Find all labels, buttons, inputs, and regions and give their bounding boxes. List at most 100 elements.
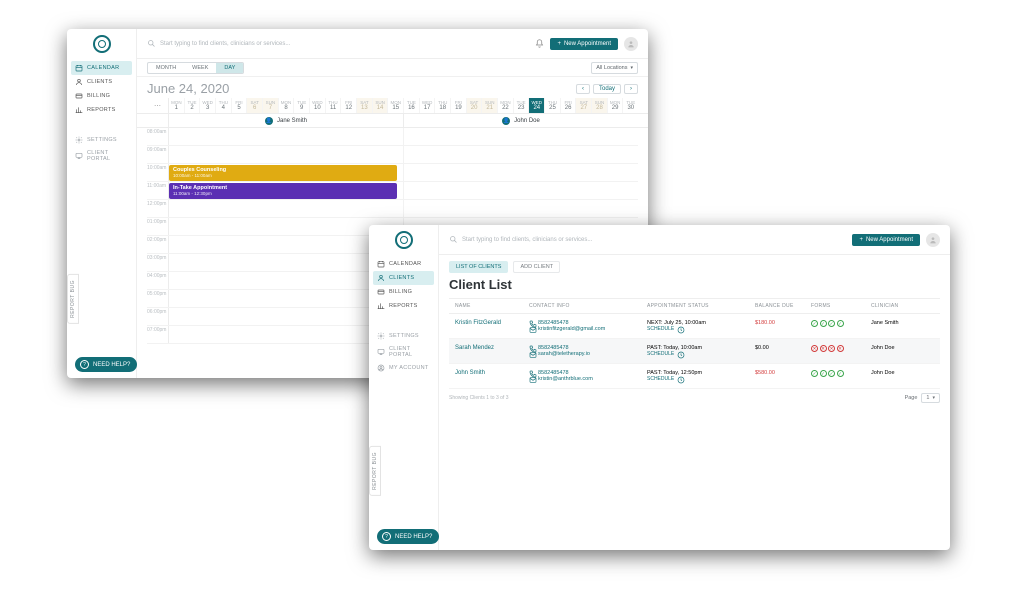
sidebar-item-calendar[interactable]: CALENDAR bbox=[373, 257, 434, 271]
view-segment[interactable]: MONTHWEEKDAY bbox=[147, 62, 244, 74]
search-input[interactable]: Start typing to find clients, clinicians… bbox=[147, 39, 529, 48]
need-help-button[interactable]: ? NEED HELP? bbox=[377, 529, 439, 544]
day-cell[interactable]: THU18 bbox=[435, 98, 451, 113]
client-name-link[interactable]: Sarah Mendez bbox=[455, 345, 494, 351]
email-link[interactable]: sarah@teletherapy.io bbox=[529, 351, 647, 357]
sidebar-item-label: CLIENTS bbox=[87, 79, 112, 85]
day-cell[interactable]: SAT20 bbox=[467, 98, 483, 113]
today-button[interactable]: Today bbox=[593, 84, 621, 94]
day-cell[interactable]: FRI12 bbox=[341, 98, 357, 113]
report-bug-tab[interactable]: REPORT BUG bbox=[369, 446, 381, 496]
day-cell[interactable]: FRI19 bbox=[451, 98, 467, 113]
day-cell[interactable]: MON22 bbox=[498, 98, 514, 113]
day-cell[interactable]: THU4 bbox=[216, 98, 232, 113]
day-cell[interactable]: SUN7 bbox=[263, 98, 279, 113]
sidebar-item-billing[interactable]: BILLING bbox=[373, 285, 434, 299]
page-title: Client List bbox=[439, 273, 950, 298]
day-cell[interactable]: MON1 bbox=[169, 98, 185, 113]
report-bug-tab[interactable]: REPORT BUG bbox=[67, 274, 79, 324]
search-icon bbox=[449, 235, 458, 244]
schedule-link[interactable]: SCHEDULE bbox=[647, 351, 755, 357]
day-cell[interactable]: TUE9 bbox=[294, 98, 310, 113]
day-cell[interactable]: TUE30 bbox=[623, 98, 638, 113]
bell-icon[interactable] bbox=[535, 39, 544, 48]
month-strip-menu[interactable]: ⋯ bbox=[147, 98, 169, 113]
client-name-link[interactable]: Kristin FitzGerald bbox=[455, 320, 501, 326]
time-slot[interactable] bbox=[404, 164, 638, 181]
clinician-column[interactable]: 👤 Jane Smith bbox=[169, 114, 404, 127]
sidebar-item-client-portal[interactable]: CLIENT PORTAL bbox=[71, 147, 132, 165]
table-row[interactable]: Sarah Mendez8582485478sarah@teletherapy.… bbox=[449, 339, 940, 364]
day-cell[interactable]: SAT6 bbox=[247, 98, 263, 113]
day-cell[interactable]: SAT27 bbox=[576, 98, 592, 113]
day-cell[interactable]: THU25 bbox=[545, 98, 561, 113]
day-cell[interactable]: SUN14 bbox=[373, 98, 389, 113]
schedule-link[interactable]: SCHEDULE bbox=[647, 326, 755, 332]
day-cell[interactable]: MON15 bbox=[388, 98, 404, 113]
clinician-column[interactable]: 👤 John Doe bbox=[404, 114, 638, 127]
clinician-cell: John Doe bbox=[871, 345, 934, 351]
time-slot[interactable] bbox=[169, 146, 404, 163]
tab-add-client[interactable]: ADD CLIENT bbox=[513, 261, 560, 273]
day-cell[interactable]: WED24 bbox=[529, 98, 545, 113]
email-link[interactable]: kristin@anthrblue.com bbox=[529, 376, 647, 382]
sidebar-item-clients[interactable]: CLIENTS bbox=[373, 271, 434, 285]
day-cell[interactable]: FRI26 bbox=[561, 98, 577, 113]
sidebar-item-billing[interactable]: BILLING bbox=[71, 89, 132, 103]
day-cell[interactable]: SUN28 bbox=[592, 98, 608, 113]
sidebar-item-clients[interactable]: CLIENTS bbox=[71, 75, 132, 89]
event-time: 10:00am - 11:00am bbox=[173, 173, 393, 178]
day-cell[interactable]: WED3 bbox=[200, 98, 216, 113]
day-cell[interactable]: SAT13 bbox=[357, 98, 373, 113]
calendar-event[interactable]: In-Take Appointment 11:00am - 12:30pm bbox=[169, 183, 397, 199]
table-header: NAME CONTACT INFO APPOINTMENT STATUS BAL… bbox=[449, 298, 940, 314]
table-row[interactable]: John Smith8582485478kristin@anthrblue.co… bbox=[449, 364, 940, 389]
day-cell[interactable]: TUE16 bbox=[404, 98, 420, 113]
time-slot[interactable] bbox=[169, 200, 404, 217]
sidebar-item-label: SETTINGS bbox=[87, 137, 117, 143]
search-input[interactable]: Start typing to find clients, clinicians… bbox=[449, 235, 846, 244]
new-appointment-button[interactable]: + New Appointment bbox=[550, 38, 618, 50]
schedule-link[interactable]: SCHEDULE bbox=[647, 376, 755, 382]
page-select[interactable]: 1 ▾ bbox=[921, 393, 940, 403]
day-cell[interactable]: FRI5 bbox=[232, 98, 248, 113]
time-label: 11:00am bbox=[147, 182, 169, 199]
date-title: June 24, 2020 bbox=[147, 81, 229, 96]
sidebar-item-reports[interactable]: REPORTS bbox=[373, 299, 434, 313]
day-cell[interactable]: SUN21 bbox=[482, 98, 498, 113]
sidebar-item-client-portal[interactable]: CLIENT PORTAL bbox=[373, 343, 434, 361]
email-link[interactable]: kristinfitzgerald@gmail.com bbox=[529, 326, 647, 332]
sidebar-item-my-account[interactable]: MY ACCOUNT bbox=[373, 361, 434, 375]
view-seg-month[interactable]: MONTH bbox=[148, 63, 184, 73]
day-cell[interactable]: MON29 bbox=[608, 98, 624, 113]
location-select[interactable]: All Locations ▾ bbox=[591, 62, 638, 74]
time-slot[interactable] bbox=[404, 182, 638, 199]
time-label: 01:00pm bbox=[147, 218, 169, 235]
sidebar-item-settings[interactable]: SETTINGS bbox=[373, 329, 434, 343]
next-button[interactable]: › bbox=[624, 84, 638, 94]
time-slot[interactable] bbox=[404, 200, 638, 217]
day-cell[interactable]: WED10 bbox=[310, 98, 326, 113]
view-seg-day[interactable]: DAY bbox=[216, 63, 243, 73]
tab-list-of-clients[interactable]: LIST OF CLIENTS bbox=[449, 261, 508, 273]
calendar-event[interactable]: Couples Counseling 10:00am - 11:00am bbox=[169, 165, 397, 181]
time-slot[interactable] bbox=[404, 128, 638, 145]
client-name-link[interactable]: John Smith bbox=[455, 370, 485, 376]
time-slot[interactable] bbox=[404, 146, 638, 163]
day-cell[interactable]: MON8 bbox=[279, 98, 295, 113]
view-seg-week[interactable]: WEEK bbox=[184, 63, 216, 73]
sidebar-item-settings[interactable]: SETTINGS bbox=[71, 133, 132, 147]
day-cell[interactable]: TUE2 bbox=[185, 98, 201, 113]
time-slot[interactable] bbox=[169, 128, 404, 145]
day-cell[interactable]: THU11 bbox=[326, 98, 342, 113]
day-cell[interactable]: TUE23 bbox=[514, 98, 530, 113]
avatar[interactable] bbox=[624, 37, 638, 51]
sidebar-item-calendar[interactable]: CALENDAR bbox=[71, 61, 132, 75]
avatar[interactable] bbox=[926, 233, 940, 247]
need-help-button[interactable]: ? NEED HELP? bbox=[75, 357, 137, 372]
sidebar-item-reports[interactable]: REPORTS bbox=[71, 103, 132, 117]
new-appointment-button[interactable]: + New Appointment bbox=[852, 234, 920, 246]
day-cell[interactable]: WED17 bbox=[420, 98, 436, 113]
table-row[interactable]: Kristin FitzGerald8582485478kristinfitzg… bbox=[449, 314, 940, 339]
prev-button[interactable]: ‹ bbox=[576, 84, 590, 94]
